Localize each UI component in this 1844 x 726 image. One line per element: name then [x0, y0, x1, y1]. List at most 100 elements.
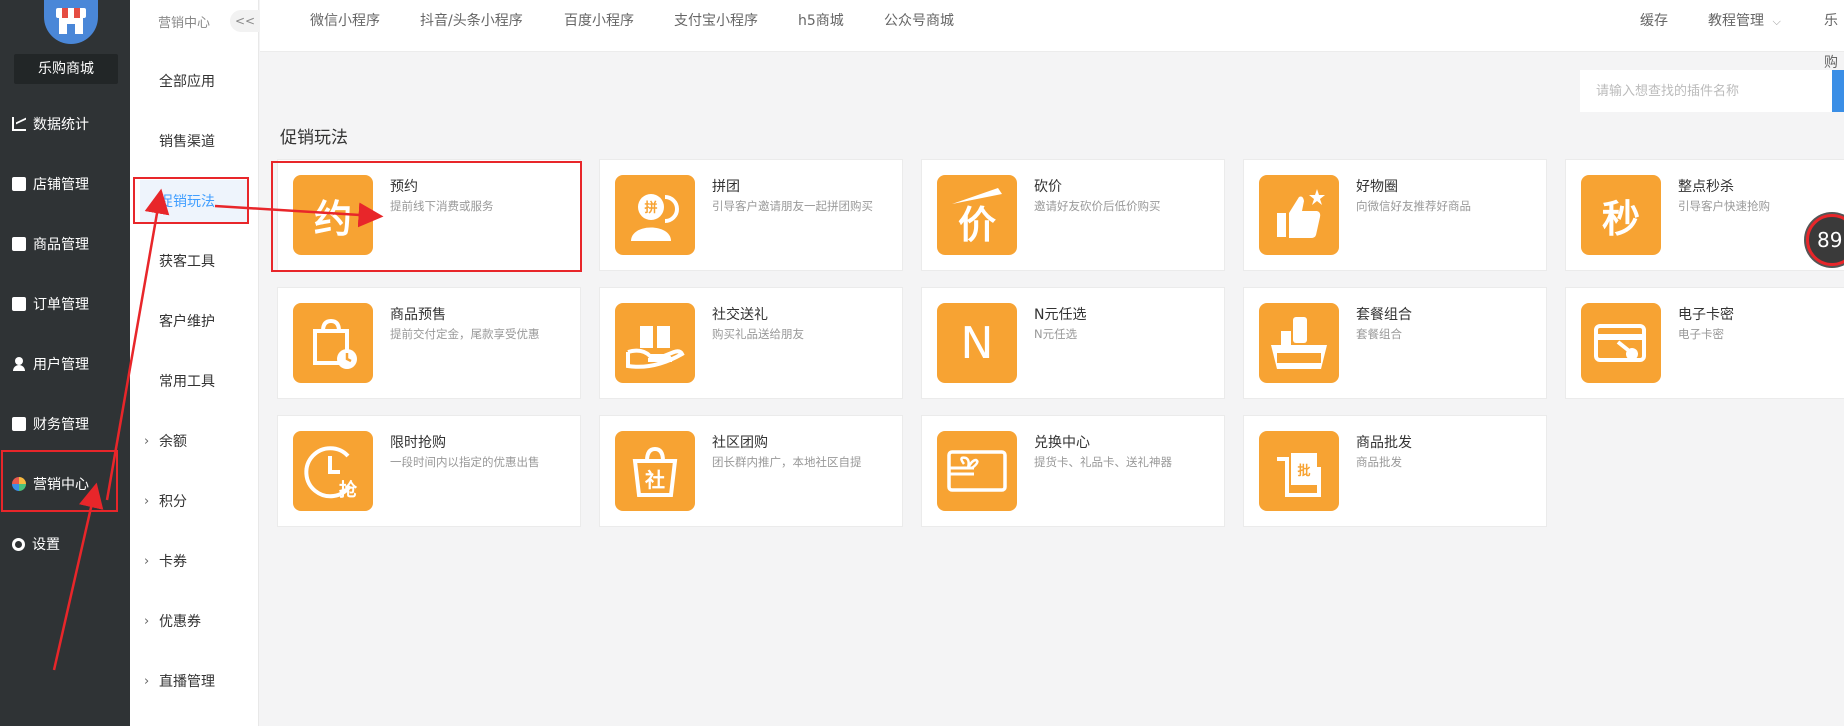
highlight-box-promotions — [133, 177, 249, 224]
store-icon — [12, 177, 26, 191]
flash-sale-icon: 秒 — [1581, 175, 1661, 255]
chevron-right-icon: › — [144, 554, 150, 569]
tab-official-account-mall[interactable]: 公众号商城 — [884, 0, 954, 42]
nav-label: 数据统计 — [33, 117, 89, 133]
sub-item-label: 余额 — [159, 434, 187, 450]
nav-item-goods[interactable]: 商品管理 — [0, 224, 130, 264]
n-choice-icon: N — [937, 303, 1017, 383]
highlight-box-appointment — [271, 161, 582, 272]
card-title: 社区团购 — [712, 435, 768, 451]
svg-text:拼: 拼 — [644, 200, 657, 216]
nav-label: 店铺管理 — [33, 177, 89, 193]
sub-item-label: 获客工具 — [159, 254, 215, 270]
presale-bag-icon — [293, 303, 373, 383]
sub-item-label: 销售渠道 — [159, 134, 215, 150]
plugin-card-limited-rush[interactable]: 抢 限时抢购 一段时间内以指定的优惠出售 — [277, 415, 581, 527]
card-desc: 提前交付定金，尾款享受优惠 — [390, 327, 540, 341]
card-desc: 电子卡密 — [1678, 327, 1724, 341]
plugin-search-input[interactable] — [1580, 70, 1832, 112]
sub-item-customer-care[interactable]: 客户维护 — [130, 300, 259, 344]
nav-label: 设置 — [32, 537, 60, 553]
tab-baidu-miniapp[interactable]: 百度小程序 — [564, 0, 634, 42]
user-menu[interactable]: 乐购 — [1824, 0, 1844, 71]
sub-item-all-apps[interactable]: 全部应用 — [130, 60, 259, 104]
plugin-card-exchange-center[interactable]: 兑换中心 提货卡、礼品卡、送礼神器 — [921, 415, 1225, 527]
sub-item-tools[interactable]: 常用工具 — [130, 360, 259, 404]
plugin-card-bargain[interactable]: 价 砍价 邀请好友砍价后低价购买 — [921, 159, 1225, 271]
plugin-card-card-key[interactable]: 电子卡密 电子卡密 — [1565, 287, 1844, 399]
finance-icon — [12, 417, 26, 431]
sub-item-label: 客户维护 — [159, 314, 215, 330]
nav-label: 订单管理 — [33, 297, 89, 313]
plugin-card-social-gift[interactable]: 社交送礼 购买礼品送给朋友 — [599, 287, 903, 399]
clock-rush-icon: 抢 — [293, 431, 373, 511]
svg-text:社: 社 — [644, 468, 665, 492]
sub-item-coupons[interactable]: › 优惠券 — [130, 600, 259, 644]
nav-item-settings[interactable]: 设置 — [0, 524, 130, 564]
sub-item-sales-channel[interactable]: 销售渠道 — [130, 120, 259, 164]
card-title: 社交送礼 — [712, 307, 768, 323]
card-desc: 邀请好友砍价后低价购买 — [1034, 199, 1161, 213]
chart-icon — [12, 117, 26, 131]
card-title: 套餐组合 — [1356, 307, 1412, 323]
nav-item-users[interactable]: 用户管理 — [0, 344, 130, 384]
nav-label: 商品管理 — [33, 237, 89, 253]
card-title: 砍价 — [1034, 179, 1062, 195]
sub-item-live[interactable]: › 直播管理 — [130, 660, 259, 704]
plugin-card-flash-sale[interactable]: 秒 整点秒杀 引导客户快速抢购 — [1565, 159, 1844, 271]
sub-sidebar: 营销中心 << 全部应用 销售渠道 促销玩法 获客工具 客户维护 常用工具 › 余… — [130, 0, 260, 726]
nav-item-orders[interactable]: 订单管理 — [0, 284, 130, 324]
card-title: 整点秒杀 — [1678, 179, 1734, 195]
plugin-card-combo[interactable]: 套餐组合 套餐组合 — [1243, 287, 1547, 399]
tab-h5-mall[interactable]: h5商城 — [798, 0, 844, 42]
sub-sidebar-title: 营销中心 — [158, 16, 211, 31]
chevron-right-icon: › — [144, 434, 150, 449]
tab-wechat-miniapp[interactable]: 微信小程序 — [310, 0, 380, 42]
plugin-card-n-choice[interactable]: N N元任选 N元任选 — [921, 287, 1225, 399]
order-icon — [12, 297, 26, 311]
plugin-card-community-buy[interactable]: 社 社区团购 团长群内推广，本地社区自提 — [599, 415, 903, 527]
card-desc: 向微信好友推荐好商品 — [1356, 199, 1471, 213]
cache-button[interactable]: 缓存 — [1640, 0, 1668, 42]
community-bag-icon: 社 — [615, 431, 695, 511]
nav-label: 用户管理 — [33, 357, 89, 373]
store-name: 乐购商城 — [14, 54, 118, 84]
plugin-card-wholesale[interactable]: 批 商品批发 商品批发 — [1243, 415, 1547, 527]
tab-douyin-miniapp[interactable]: 抖音/头条小程序 — [420, 0, 523, 42]
plugin-card-presale[interactable]: 商品预售 提前交付定金，尾款享受优惠 — [277, 287, 581, 399]
sub-item-cards[interactable]: › 卡券 — [130, 540, 259, 584]
nav-item-stats[interactable]: 数据统计 — [0, 104, 130, 144]
plugin-card-good-items[interactable]: 好物圈 向微信好友推荐好商品 — [1243, 159, 1547, 271]
card-desc: 引导客户邀请朋友一起拼团购买 — [712, 199, 873, 213]
sub-item-label: 卡券 — [159, 554, 187, 570]
thumbs-up-icon — [1259, 175, 1339, 255]
plugin-card-group-buy[interactable]: 拼 拼团 引导客户邀请朋友一起拼团购买 — [599, 159, 903, 271]
wholesale-icon: 批 — [1259, 431, 1339, 511]
card-desc: 提货卡、礼品卡、送礼神器 — [1034, 455, 1172, 469]
store-logo-icon[interactable] — [44, 0, 98, 44]
goods-icon — [12, 237, 26, 251]
svg-text:批: 批 — [1297, 463, 1310, 479]
tutorial-label: 教程管理 — [1708, 13, 1764, 29]
svg-text:抢: 抢 — [339, 479, 358, 501]
search-button[interactable] — [1832, 70, 1844, 112]
card-desc: 团长群内推广，本地社区自提 — [712, 455, 862, 469]
nav-item-finance[interactable]: 财务管理 — [0, 404, 130, 444]
bargain-icon: 价 — [937, 175, 1017, 255]
card-desc: 商品批发 — [1356, 455, 1402, 469]
sub-item-label: 积分 — [159, 494, 187, 510]
tutorial-menu[interactable]: 教程管理 ⌵ — [1708, 0, 1781, 42]
sub-item-label: 全部应用 — [159, 74, 215, 90]
sub-item-points[interactable]: › 积分 — [130, 480, 259, 524]
card-title: 兑换中心 — [1034, 435, 1090, 451]
card-desc: N元任选 — [1034, 327, 1078, 341]
card-title: N元任选 — [1034, 307, 1087, 323]
card-title: 商品批发 — [1356, 435, 1412, 451]
sub-item-balance[interactable]: › 余额 — [130, 420, 259, 464]
nav-item-store[interactable]: 店铺管理 — [0, 164, 130, 204]
card-desc: 一段时间内以指定的优惠出售 — [390, 455, 540, 469]
tab-alipay-miniapp[interactable]: 支付宝小程序 — [674, 0, 758, 42]
card-desc: 引导客户快速抢购 — [1678, 199, 1770, 213]
sub-item-acquisition[interactable]: 获客工具 — [130, 240, 259, 284]
collapse-button[interactable]: << — [230, 10, 260, 32]
